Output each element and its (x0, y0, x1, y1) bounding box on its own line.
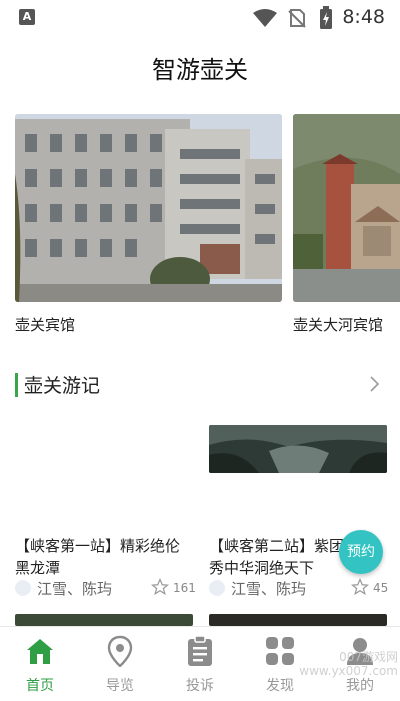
battery-charging-icon (320, 6, 332, 29)
status-bar: A 8:48 (0, 0, 400, 36)
travelogue-image[interactable] (15, 614, 193, 626)
booking-button[interactable]: 预约 (339, 530, 383, 574)
travelogue-image[interactable] (15, 425, 193, 525)
nav-label: 首页 (26, 678, 54, 694)
hotel-name[interactable]: 壶关宾馆 (15, 314, 75, 335)
author-avatar (15, 580, 31, 596)
nav-label: 发现 (266, 678, 294, 694)
home-icon (27, 639, 53, 664)
chevron-right-icon[interactable] (366, 376, 382, 392)
watermark: 007游戏网 www.yx007.com (299, 650, 398, 678)
like-count: 45 (373, 581, 389, 595)
clock: 8:48 (342, 6, 385, 28)
travelogue-image[interactable] (209, 614, 387, 626)
nav-item-home[interactable]: 首页 (0, 627, 80, 701)
nav-item-complaint[interactable]: 投诉 (160, 627, 240, 701)
hotel-image[interactable] (15, 114, 282, 302)
nav-item-guide[interactable]: 导览 (80, 627, 160, 701)
travelogue-authors: 江雪、陈玙 (231, 580, 307, 598)
notification-icon: A (19, 9, 35, 25)
star-icon[interactable] (151, 578, 169, 596)
travelogue-title[interactable]: 【峡客第一站】精彩绝伦黑龙潭 (15, 535, 193, 579)
author-avatar (209, 580, 225, 596)
map-pin-icon (107, 635, 133, 667)
nav-label: 导览 (106, 678, 134, 694)
clipboard-icon (188, 635, 212, 666)
nav-label: 投诉 (186, 678, 214, 694)
section-accent-bar (15, 373, 18, 397)
section-title: 壶关游记 (24, 375, 101, 397)
hotel-name[interactable]: 壶关大河宾馆 (293, 314, 383, 335)
hotel-image[interactable] (293, 114, 400, 302)
like-count: 161 (173, 581, 196, 595)
page-title: 智游壶关 (152, 56, 248, 84)
wifi-icon (253, 9, 277, 27)
travelogue-image[interactable] (209, 425, 387, 473)
travelogue-authors: 江雪、陈玙 (37, 580, 113, 598)
star-icon[interactable] (351, 578, 369, 596)
hotel-building-photo (15, 114, 282, 302)
nav-label: 我的 (346, 678, 374, 694)
canyon-photo (209, 425, 387, 473)
hotel-building-photo (293, 114, 400, 302)
no-sim-icon (288, 9, 306, 28)
